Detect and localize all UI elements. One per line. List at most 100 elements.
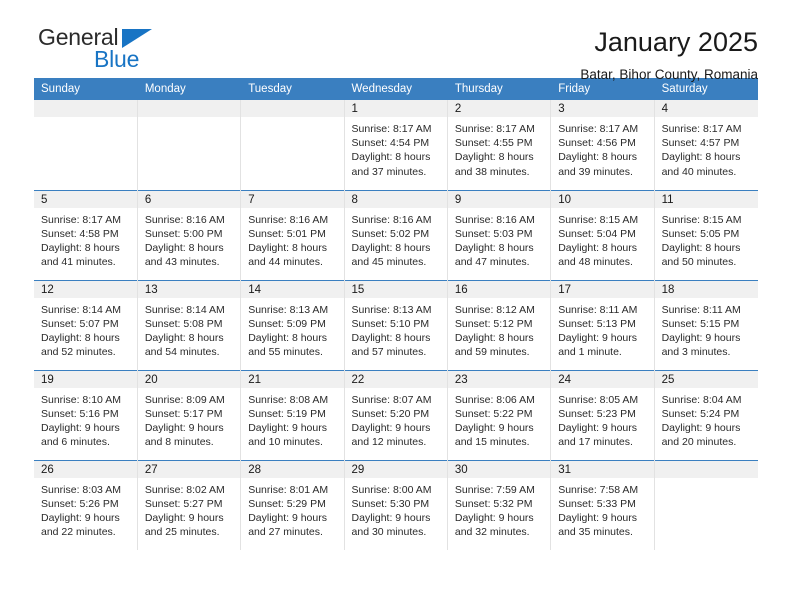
- calendar-day-cell[interactable]: 23 Sunrise: 8:06 AM Sunset: 5:22 PM Dayligh…: [447, 369, 552, 460]
- day-number: 28: [241, 460, 344, 478]
- calendar-body: 1 Sunrise: 8:17 AM Sunset: 4:54 PM Daylight…: [34, 100, 758, 550]
- sunset-text: Sunset: 5:08 PM: [144, 317, 223, 330]
- calendar-day-cell[interactable]: 20 Sunrise: 8:09 AM Sunset: 5:17 PM Dayligh…: [137, 369, 242, 460]
- daylight-text-line2: and 15 minutes.: [454, 436, 530, 449]
- day-details: Sunrise: 8:17 AM Sunset: 4:56 PM Daylight:…: [551, 117, 653, 179]
- sunrise-text: Sunrise: 8:07 AM: [351, 393, 432, 406]
- day-details: Sunrise: 8:17 AM Sunset: 4:54 PM Daylight:…: [345, 117, 447, 179]
- day-details: Sunrise: 8:06 AM Sunset: 5:22 PM Daylight:…: [448, 388, 550, 450]
- sunset-text: Sunset: 4:55 PM: [454, 137, 533, 150]
- daylight-text-line1: Daylight: 8 hours: [454, 241, 534, 254]
- day-number: [654, 460, 758, 478]
- sunrise-text: Sunrise: 8:15 AM: [661, 213, 742, 226]
- daylight-text-line1: Daylight: 9 hours: [41, 421, 120, 434]
- day-number: 30: [447, 460, 551, 478]
- daylight-text-line2: and 48 minutes.: [558, 256, 633, 269]
- sunset-text: Sunset: 5:04 PM: [558, 227, 636, 240]
- sunrise-text: Sunrise: 8:16 AM: [454, 213, 535, 226]
- calendar-day-cell[interactable]: 26 Sunrise: 8:03 AM Sunset: 5:26 PM Dayligh…: [34, 459, 138, 550]
- calendar-day-cell-empty: [34, 100, 138, 190]
- calendar-day-cell[interactable]: 28 Sunrise: 8:01 AM Sunset: 5:29 PM Dayligh…: [240, 459, 345, 550]
- calendar-day-cell[interactable]: 30 Sunrise: 7:59 AM Sunset: 5:32 PM Dayligh…: [447, 459, 552, 550]
- calendar-day-cell[interactable]: 5 Sunrise: 8:17 AM Sunset: 4:58 PM Daylight…: [34, 189, 138, 280]
- day-details: Sunrise: 8:01 AM Sunset: 5:29 PM Daylight:…: [241, 478, 343, 540]
- calendar-day-cell[interactable]: 31 Sunrise: 7:58 AM Sunset: 5:33 PM Dayligh…: [550, 459, 655, 550]
- calendar-week-row: 1 Sunrise: 8:17 AM Sunset: 4:54 PM Daylight…: [34, 100, 758, 190]
- calendar-day-cell[interactable]: 8 Sunrise: 8:16 AM Sunset: 5:02 PM Daylight…: [344, 189, 448, 280]
- daylight-text-line2: and 22 minutes.: [41, 526, 116, 539]
- day-number: 11: [654, 190, 758, 208]
- daylight-text-line1: Daylight: 8 hours: [454, 331, 534, 344]
- day-number: 9: [447, 190, 551, 208]
- daylight-text-line2: and 38 minutes.: [454, 165, 530, 178]
- daylight-text-line2: and 3 minutes.: [661, 346, 731, 359]
- sunset-text: Sunset: 5:17 PM: [144, 407, 223, 420]
- calendar-day-cell[interactable]: 27 Sunrise: 8:02 AM Sunset: 5:27 PM Dayligh…: [137, 459, 242, 550]
- calendar-day-cell[interactable]: 15 Sunrise: 8:13 AM Sunset: 5:10 PM Dayligh…: [344, 279, 448, 370]
- calendar-day-cell[interactable]: 1 Sunrise: 8:17 AM Sunset: 4:54 PM Daylight…: [344, 100, 448, 190]
- calendar-week-row: 19 Sunrise: 8:10 AM Sunset: 5:16 PM Dayligh…: [34, 369, 758, 460]
- calendar-day-cell-empty: [137, 100, 242, 190]
- day-number: 31: [551, 460, 654, 478]
- daylight-text-line2: and 10 minutes.: [248, 436, 323, 449]
- daylight-text-line2: and 35 minutes.: [558, 526, 633, 539]
- day-details: Sunrise: 8:10 AM Sunset: 5:16 PM Daylight:…: [34, 388, 137, 450]
- daylight-text-line1: Daylight: 8 hours: [248, 241, 327, 254]
- calendar-day-cell[interactable]: 29 Sunrise: 8:00 AM Sunset: 5:30 PM Dayligh…: [344, 459, 448, 550]
- daylight-text-line1: Daylight: 8 hours: [351, 151, 431, 164]
- sunrise-text: Sunrise: 8:14 AM: [41, 303, 121, 316]
- day-details: Sunrise: 8:13 AM Sunset: 5:10 PM Daylight:…: [345, 298, 447, 360]
- calendar-day-cell[interactable]: 4 Sunrise: 8:17 AM Sunset: 4:57 PM Daylight…: [654, 100, 758, 190]
- calendar-day-cell[interactable]: 17 Sunrise: 8:11 AM Sunset: 5:13 PM Dayligh…: [550, 279, 655, 370]
- day-details: Sunrise: 8:11 AM Sunset: 5:13 PM Daylight:…: [551, 298, 653, 360]
- daylight-text-line1: Daylight: 8 hours: [144, 241, 224, 254]
- day-details: Sunrise: 8:14 AM Sunset: 5:08 PM Daylight:…: [138, 298, 240, 360]
- calendar-day-cell[interactable]: 22 Sunrise: 8:07 AM Sunset: 5:20 PM Dayligh…: [344, 369, 448, 460]
- daylight-text-line1: Daylight: 8 hours: [41, 331, 120, 344]
- day-number: 20: [137, 370, 241, 388]
- calendar-day-cell[interactable]: 24 Sunrise: 8:05 AM Sunset: 5:23 PM Dayligh…: [550, 369, 655, 460]
- calendar-day-cell[interactable]: 11 Sunrise: 8:15 AM Sunset: 5:05 PM Dayligh…: [654, 189, 758, 280]
- sunset-text: Sunset: 5:01 PM: [248, 227, 326, 240]
- general-blue-logo[interactable]: General Blue: [38, 26, 178, 78]
- calendar-day-cell[interactable]: 6 Sunrise: 8:16 AM Sunset: 5:00 PM Daylight…: [137, 189, 242, 280]
- daylight-text-line2: and 32 minutes.: [454, 526, 530, 539]
- sunset-text: Sunset: 4:58 PM: [41, 227, 119, 240]
- calendar-day-cell[interactable]: 16 Sunrise: 8:12 AM Sunset: 5:12 PM Dayligh…: [447, 279, 552, 370]
- day-details: Sunrise: 8:11 AM Sunset: 5:15 PM Daylight:…: [655, 298, 758, 360]
- sunrise-text: Sunrise: 8:01 AM: [248, 483, 329, 496]
- daylight-text-line2: and 37 minutes.: [351, 165, 427, 178]
- calendar-day-cell[interactable]: 19 Sunrise: 8:10 AM Sunset: 5:16 PM Dayligh…: [34, 369, 138, 460]
- daylight-text-line1: Daylight: 8 hours: [351, 331, 431, 344]
- calendar-day-cell[interactable]: 7 Sunrise: 8:16 AM Sunset: 5:01 PM Daylight…: [240, 189, 345, 280]
- calendar-day-cell[interactable]: 9 Sunrise: 8:16 AM Sunset: 5:03 PM Daylight…: [447, 189, 552, 280]
- sunset-text: Sunset: 5:03 PM: [454, 227, 533, 240]
- day-details: Sunrise: 8:16 AM Sunset: 5:00 PM Daylight:…: [138, 208, 240, 270]
- daylight-text-line1: Daylight: 8 hours: [558, 151, 638, 164]
- day-details: Sunrise: 8:02 AM Sunset: 5:27 PM Daylight:…: [138, 478, 240, 540]
- daylight-text-line1: Daylight: 9 hours: [558, 331, 638, 344]
- day-details: Sunrise: 8:03 AM Sunset: 5:26 PM Daylight:…: [34, 478, 137, 540]
- calendar-day-cell-empty: [240, 100, 345, 190]
- calendar-day-cell[interactable]: 13 Sunrise: 8:14 AM Sunset: 5:08 PM Dayligh…: [137, 279, 242, 370]
- daylight-text-line2: and 39 minutes.: [558, 165, 633, 178]
- sunrise-text: Sunrise: 8:00 AM: [351, 483, 432, 496]
- sunrise-text: Sunrise: 8:17 AM: [351, 123, 432, 135]
- day-number: 1: [344, 100, 447, 117]
- calendar-day-cell[interactable]: 10 Sunrise: 8:15 AM Sunset: 5:04 PM Dayligh…: [550, 189, 655, 280]
- calendar-day-cell[interactable]: 21 Sunrise: 8:08 AM Sunset: 5:19 PM Dayligh…: [240, 369, 345, 460]
- calendar-day-cell[interactable]: 14 Sunrise: 8:13 AM Sunset: 5:09 PM Dayligh…: [240, 279, 345, 370]
- calendar-day-cell[interactable]: 25 Sunrise: 8:04 AM Sunset: 5:24 PM Dayligh…: [654, 369, 758, 460]
- daylight-text-line2: and 57 minutes.: [351, 346, 427, 359]
- daylight-text-line1: Daylight: 9 hours: [454, 421, 534, 434]
- calendar-day-cell[interactable]: 18 Sunrise: 8:11 AM Sunset: 5:15 PM Dayligh…: [654, 279, 758, 370]
- daylight-text-line2: and 20 minutes.: [661, 436, 737, 449]
- sunrise-text: Sunrise: 8:17 AM: [454, 123, 535, 135]
- day-number: [241, 100, 344, 117]
- calendar-day-cell[interactable]: 12 Sunrise: 8:14 AM Sunset: 5:07 PM Dayligh…: [34, 279, 138, 370]
- sunset-text: Sunset: 5:07 PM: [41, 317, 119, 330]
- weekday-header-monday: Monday: [137, 78, 242, 100]
- daylight-text-line1: Daylight: 9 hours: [661, 331, 741, 344]
- calendar-day-cell[interactable]: 3 Sunrise: 8:17 AM Sunset: 4:56 PM Daylight…: [550, 100, 655, 190]
- calendar-day-cell[interactable]: 2 Sunrise: 8:17 AM Sunset: 4:55 PM Daylight…: [447, 100, 552, 190]
